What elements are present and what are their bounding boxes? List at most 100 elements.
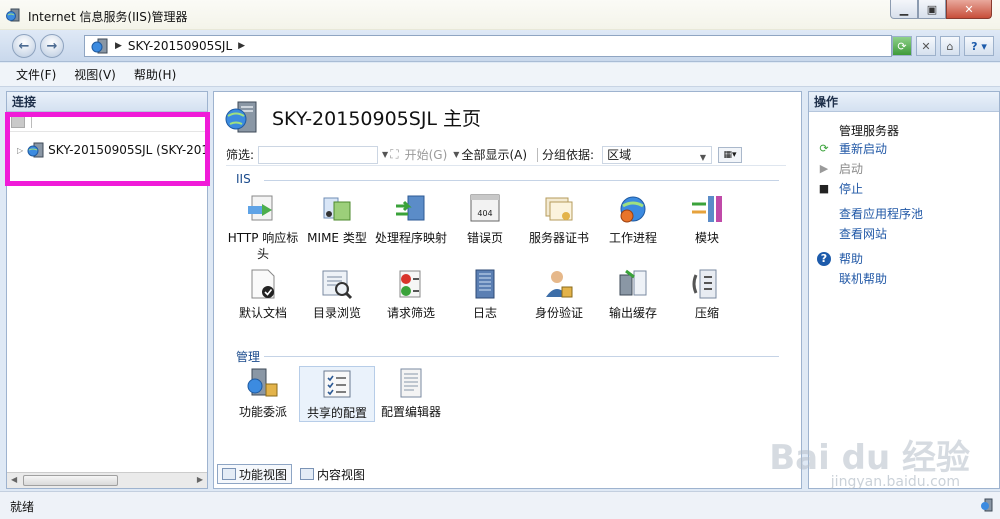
start-dropdown-icon[interactable]: ▼ <box>453 150 459 159</box>
window-title: Internet 信息服务(IIS)管理器 <box>28 10 188 24</box>
section-iis: IIS <box>236 172 251 186</box>
feature-output-caching[interactable]: 输出缓存 <box>595 267 671 321</box>
action-stop[interactable]: ■ 停止 <box>817 180 863 197</box>
section-manage: 管理 <box>236 350 261 364</box>
request-filtering-icon <box>399 270 421 298</box>
tab-content-view[interactable]: 内容视图 <box>296 464 369 484</box>
iis-app-icon <box>6 8 20 22</box>
feature-modules[interactable]: 模块 <box>669 192 745 246</box>
window-controls: ▁ ▣ ✕ <box>890 0 992 20</box>
scroll-right-icon[interactable]: ▶ <box>197 475 203 484</box>
action-start[interactable]: ▶ 启动 <box>817 160 863 177</box>
stop-square-icon: ■ <box>818 182 830 195</box>
action-view-sites[interactable]: 查看网站 <box>839 225 887 242</box>
compression-icon <box>692 269 717 299</box>
address-bar[interactable]: ▶ SKY-20150905SJL ▶ <box>84 35 892 57</box>
features-view-icon <box>222 468 236 480</box>
group-by-value: 区域 <box>607 147 632 162</box>
watermark-url: jingyan.baidu.com <box>830 474 960 490</box>
page-title: SKY-20150905SJL 主页 <box>272 107 482 130</box>
content-view-icon <box>300 468 315 480</box>
feature-default-document[interactable]: 默认文档 <box>225 267 301 321</box>
restart-icon: ⟳ <box>819 142 829 155</box>
scroll-thumb[interactable] <box>23 475 118 486</box>
actions-group-title: 管理服务器 <box>839 124 900 138</box>
view-mode-button[interactable]: ▦▾ <box>718 146 743 163</box>
menu-help[interactable]: 帮助(H) <box>134 66 176 83</box>
tab-features-view[interactable]: 功能视图 <box>217 464 293 484</box>
http-response-headers-icon <box>248 195 273 221</box>
server-icon <box>91 38 108 54</box>
feature-shared-configuration[interactable]: 共享的配置 <box>299 366 375 422</box>
back-button[interactable]: ← <box>12 34 36 58</box>
action-label: 帮助 <box>839 252 864 266</box>
section-divider <box>264 180 779 181</box>
menu-view[interactable]: 视图(V) <box>74 66 116 83</box>
breadcrumb-arrow-icon[interactable]: ▶ <box>115 41 122 51</box>
feature-handler-mappings[interactable]: 处理程序映射 <box>373 192 449 246</box>
feature-label: 压缩 <box>694 306 719 320</box>
breadcrumb-arrow-icon[interactable]: ▶ <box>238 41 245 51</box>
server-status-icon <box>981 498 993 512</box>
feature-logging[interactable]: 日志 <box>447 267 523 321</box>
action-label: 启动 <box>839 162 864 176</box>
horizontal-scrollbar[interactable]: ◀ ▶ <box>7 472 207 488</box>
group-by-label: 分组依据: <box>542 148 595 162</box>
stop-icon[interactable]: ✕ <box>916 36 936 56</box>
feature-label: 日志 <box>472 306 497 320</box>
feature-compression[interactable]: 压缩 <box>669 267 745 321</box>
title-bar: Internet 信息服务(IIS)管理器 ▁ ▣ ✕ <box>0 0 1000 30</box>
group-by-select[interactable]: 区域 ▼ <box>602 145 713 164</box>
feature-request-filtering[interactable]: 请求筛选 <box>373 267 449 321</box>
action-label: 联机帮助 <box>839 272 888 286</box>
output-caching-icon <box>619 269 647 296</box>
show-all-button[interactable]: 全部显示(A) <box>461 146 527 163</box>
action-restart[interactable]: ⟳ 重新启动 <box>817 140 887 157</box>
feature-label: 配置编辑器 <box>380 405 441 419</box>
baidu-watermark: Bai du 经验 <box>769 438 970 478</box>
feature-http-response-headers[interactable]: HTTP 响应标头 <box>225 192 301 262</box>
default-document-icon <box>251 269 275 299</box>
shared-configuration-icon <box>323 370 351 398</box>
section-divider <box>264 356 779 357</box>
feature-label: 功能委派 <box>238 405 287 419</box>
scroll-left-icon[interactable]: ◀ <box>11 475 17 484</box>
help-icon: ? <box>817 251 831 266</box>
breadcrumb-server[interactable]: SKY-20150905SJL <box>128 39 232 53</box>
feature-feature-delegation[interactable]: 功能委派 <box>225 366 301 420</box>
maximize-button[interactable]: ▣ <box>918 0 946 19</box>
authentication-icon <box>546 271 573 298</box>
feature-configuration-editor[interactable]: 配置编辑器 <box>373 366 449 420</box>
action-help[interactable]: ? 帮助 <box>817 250 863 267</box>
separator <box>537 147 539 162</box>
binoculars-icon: ⛶ <box>390 147 399 161</box>
feature-authentication[interactable]: 身份验证 <box>521 267 597 321</box>
server-certificates-icon <box>545 197 573 221</box>
close-button[interactable]: ✕ <box>946 0 992 19</box>
feature-label: 错误页 <box>466 231 503 245</box>
refresh-icon[interactable]: ⟳ <box>892 36 912 56</box>
view-tabs: 功能视图 内容视图 <box>217 464 369 484</box>
minimize-button[interactable]: ▁ <box>890 0 918 19</box>
home-icon[interactable]: ⌂ <box>940 36 960 56</box>
svg-text:404: 404 <box>477 209 492 218</box>
action-view-app-pools[interactable]: 查看应用程序池 <box>839 205 923 222</box>
menu-bar: 文件(F) 视图(V) 帮助(H) <box>0 63 1000 87</box>
filter-dropdown-icon[interactable]: ▼ <box>382 150 388 159</box>
menu-file[interactable]: 文件(F) <box>16 66 56 83</box>
filter-input[interactable] <box>258 145 379 164</box>
address-bar-area: ← → ▶ SKY-20150905SJL ▶ ⟳ ✕ ⌂ ? ▾ <box>0 30 1000 62</box>
help-dropdown-icon[interactable]: ? ▾ <box>964 36 994 56</box>
feature-label: 服务器证书 <box>528 231 589 245</box>
action-online-help[interactable]: 联机帮助 <box>839 270 887 287</box>
start-button[interactable]: 开始(G) <box>405 146 448 163</box>
feature-label: 共享的配置 <box>306 406 367 420</box>
feature-directory-browsing[interactable]: 目录浏览 <box>299 267 375 321</box>
feature-label: 身份验证 <box>534 306 583 320</box>
feature-mime-types[interactable]: MIME 类型 <box>299 192 375 246</box>
feature-worker-processes[interactable]: 工作进程 <box>595 192 671 246</box>
feature-server-certificates[interactable]: 服务器证书 <box>521 192 597 246</box>
feature-error-pages[interactable]: 404 错误页 <box>447 192 523 246</box>
forward-button[interactable]: → <box>40 34 64 58</box>
action-label: 查看应用程序池 <box>839 207 924 221</box>
